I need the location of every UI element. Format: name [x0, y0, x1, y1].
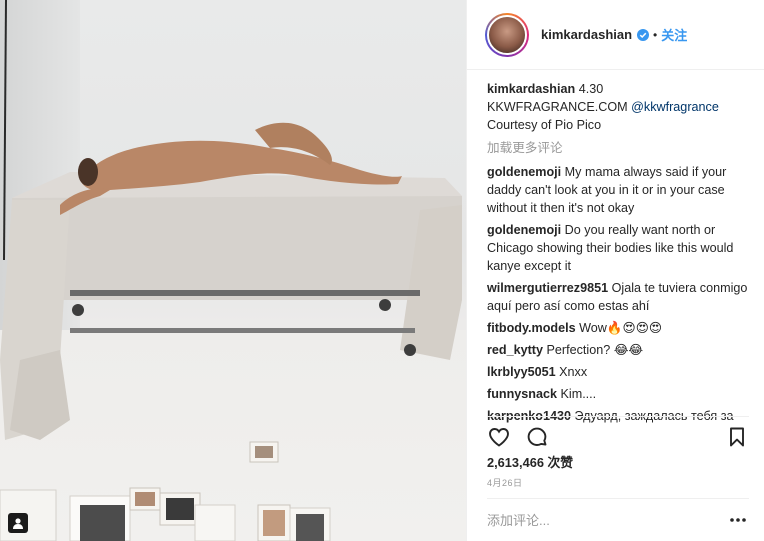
- photo-scene: [0, 0, 462, 541]
- avatar[interactable]: [487, 14, 527, 55]
- comment-username[interactable]: fitbody.models: [487, 321, 576, 335]
- comment-username[interactable]: wilmergutierrez9851: [487, 281, 608, 295]
- comment-item: red_kytty Perfection? 😂😂: [487, 341, 749, 359]
- verified-badge-icon: [637, 28, 650, 41]
- comment-username[interactable]: red_kytty: [487, 343, 543, 357]
- comment-item: goldenemoji Do you really want north or …: [487, 221, 749, 275]
- comment-text: Perfection? 😂😂: [543, 343, 644, 357]
- separator-dot: •: [653, 27, 658, 42]
- comment-username[interactable]: lkrblyy5051: [487, 365, 556, 379]
- caption-text-2: KKWFRAGRANCE.COM: [487, 100, 632, 114]
- comment-item: lkrblyy5051 Xnxx: [487, 363, 749, 381]
- comment-text: Kim....: [557, 387, 597, 401]
- follow-button[interactable]: 关注: [661, 25, 687, 44]
- post-date[interactable]: 4月26日: [487, 476, 523, 489]
- caption-username[interactable]: kimkardashian: [487, 82, 575, 96]
- comment-item: fitbody.models Wow🔥😍😍😍: [487, 319, 749, 337]
- post-side-panel: kimkardashian • 关注 kimkardashian 4.30 KK…: [466, 0, 764, 541]
- comments-list: kimkardashian 4.30 KKWFRAGRANCE.COM @kkw…: [487, 80, 749, 429]
- post-header: kimkardashian • 关注: [467, 0, 764, 70]
- comment-bubble-icon[interactable]: [525, 425, 549, 449]
- header-username[interactable]: kimkardashian: [541, 27, 632, 42]
- more-dots-icon[interactable]: [727, 513, 749, 527]
- comment-username[interactable]: funnysnack: [487, 387, 557, 401]
- avatar-story-ring[interactable]: [485, 12, 529, 57]
- load-more-comments-button[interactable]: 加载更多评论: [487, 139, 749, 157]
- post-photo[interactable]: [0, 0, 466, 541]
- comment-username[interactable]: goldenemoji: [487, 223, 561, 237]
- likes-count[interactable]: 2,613,466 次赞: [487, 452, 573, 471]
- caption-text-3: Courtesy of Pio Pico: [487, 118, 602, 132]
- bookmark-icon[interactable]: [725, 425, 749, 449]
- comment-item: funnysnack Kim....: [487, 385, 749, 403]
- caption-text-1: 4.30: [575, 82, 604, 96]
- add-comment-bar: [487, 498, 749, 541]
- post-actions: [487, 416, 749, 456]
- comment-username[interactable]: goldenemoji: [487, 165, 561, 179]
- comment-item: wilmergutierrez9851 Ojala te tuviera con…: [487, 279, 749, 315]
- comment-item: goldenemoji My mama always said if your …: [487, 163, 749, 217]
- comment-text: Xnxx: [555, 365, 588, 379]
- add-comment-input[interactable]: [487, 512, 727, 528]
- heart-icon[interactable]: [487, 425, 511, 449]
- user-tag-icon[interactable]: [8, 513, 28, 533]
- caption: kimkardashian 4.30 KKWFRAGRANCE.COM @kkw…: [487, 80, 749, 134]
- comment-text: Wow🔥😍😍😍: [575, 321, 662, 335]
- caption-mention-link[interactable]: @kkwfragrance: [631, 100, 719, 114]
